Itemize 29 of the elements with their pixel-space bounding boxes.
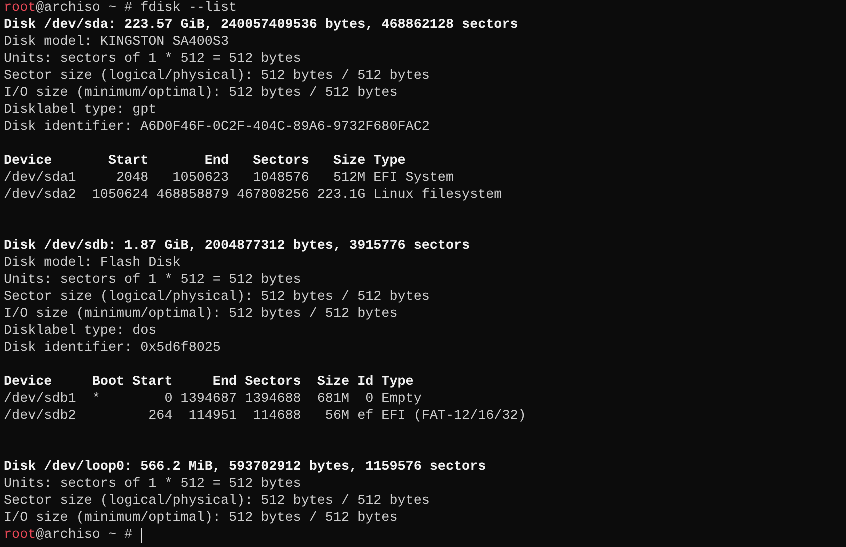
- output-line: Units: sectors of 1 * 512 = 512 bytes: [4, 272, 302, 289]
- output-line: Sector size (logical/physical): 512 bytes / 512 bytes: [4, 68, 430, 85]
- output-heading: Device Start End Sectors Size Type: [4, 153, 406, 170]
- output-line: I/O size (minimum/optimal): 512 bytes / 512 bytes: [4, 510, 398, 527]
- output-line: /dev/sda2 1050624 468858879 467808256 223.1G Linux filesystem: [4, 187, 502, 204]
- prompt-text: @archiso ~ #: [36, 0, 134, 17]
- output-line: Units: sectors of 1 * 512 = 512 bytes: [4, 51, 302, 68]
- output-line: Disk identifier: A6D0F46F-0C2F-404C-89A6-9732F680FAC2: [4, 119, 430, 136]
- output-line: Disk model: KINGSTON SA400S3: [4, 34, 229, 51]
- prompt-text: @archiso ~ #: [36, 527, 134, 544]
- output-line: Disk identifier: 0x5d6f8025: [4, 340, 221, 357]
- command-text: fdisk --list: [140, 0, 238, 17]
- output-line: Disklabel type: gpt: [4, 102, 157, 119]
- output-heading: Disk /dev/sda: 223.57 GiB, 240057409536 bytes, 468862128 sectors: [4, 17, 518, 34]
- prompt-user: root: [4, 0, 36, 17]
- output-line: /dev/sdb1 * 0 1394687 1394688 681M 0 Empty: [4, 391, 422, 408]
- output-heading: Disk /dev/sdb: 1.87 GiB, 2004877312 bytes, 3915776 sectors: [4, 238, 470, 255]
- output-line: /dev/sda1 2048 1050623 1048576 512M EFI System: [4, 170, 454, 187]
- prompt-user: root: [4, 527, 36, 544]
- output-line: I/O size (minimum/optimal): 512 bytes / 512 bytes: [4, 306, 398, 323]
- output-line: Units: sectors of 1 * 512 = 512 bytes: [4, 476, 302, 493]
- output-line: Sector size (logical/physical): 512 bytes / 512 bytes: [4, 493, 430, 510]
- output-heading: Device Boot Start End Sectors Size Id Type: [4, 374, 414, 391]
- output-line: I/O size (minimum/optimal): 512 bytes / 512 bytes: [4, 85, 398, 102]
- output-line: Disk model: Flash Disk: [4, 255, 181, 272]
- output-line: Disklabel type: dos: [4, 323, 157, 340]
- output-line: /dev/sdb2 264 114951 114688 56M ef EFI (FAT-12/16/32): [4, 408, 526, 425]
- output-line: Sector size (logical/physical): 512 bytes / 512 bytes: [4, 289, 430, 306]
- output-heading: Disk /dev/loop0: 566.2 MiB, 593702912 bytes, 1159576 sectors: [4, 459, 486, 476]
